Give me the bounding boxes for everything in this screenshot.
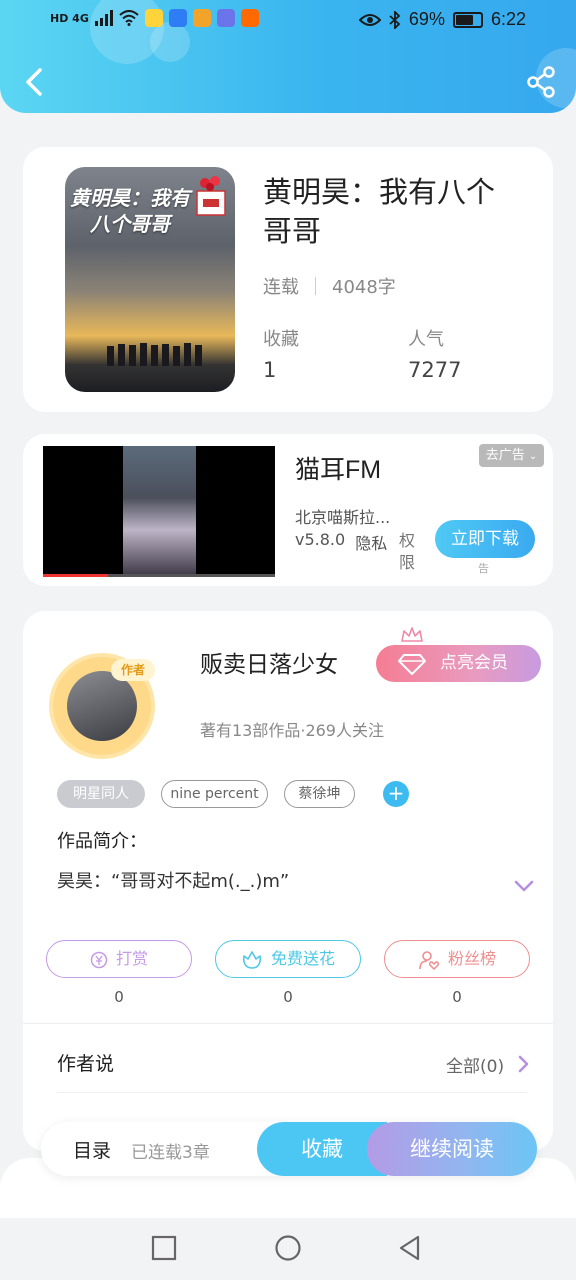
ad-info: v5.8.0 隐私 xyxy=(295,530,387,554)
coin-icon xyxy=(90,951,108,968)
ad-privacy-link[interactable]: 隐私 xyxy=(355,530,387,554)
tip-button[interactable]: 打赏 xyxy=(46,940,192,978)
chevron-right-icon[interactable] xyxy=(517,1055,529,1073)
author-say-all-link[interactable]: 全部(0) xyxy=(446,1052,504,1077)
ad-note: 告 xyxy=(478,562,489,575)
tag-item[interactable]: 明星同人 xyxy=(57,780,145,808)
tip-count: 0 xyxy=(114,988,124,1006)
recent-apps-icon[interactable] xyxy=(150,1234,178,1262)
bottom-action-bar: 目录 已连载3章 收藏 继续阅读 xyxy=(41,1122,537,1176)
book-info-card: 黄明昊：我有八个哥哥 黄明昊：我有八个哥哥 连载 4048字 收藏 1 人气 7… xyxy=(23,147,553,412)
tag-item[interactable]: 蔡徐坤 xyxy=(284,780,355,808)
remove-ad-button[interactable]: 去广告 ⌄ xyxy=(479,444,544,467)
battery-fill xyxy=(455,14,473,25)
popularity-value: 7277 xyxy=(408,358,462,382)
chevron-left-icon[interactable] xyxy=(18,64,50,100)
chevron-down-icon[interactable] xyxy=(513,879,535,893)
send-flower-button[interactable]: 免费送花 xyxy=(215,940,361,978)
collect-value: 1 xyxy=(263,358,277,382)
ad-version: v5.8.0 xyxy=(295,530,346,549)
battery-icon xyxy=(452,11,483,28)
chevron-down-icon: ⌄ xyxy=(528,451,538,462)
gift-icon xyxy=(196,176,226,216)
author-badge: 作者 xyxy=(111,659,155,681)
ad-progress-fill xyxy=(43,574,108,577)
ad-progress-bar xyxy=(43,574,275,577)
word-count: 4048字 xyxy=(332,277,396,298)
status-bar: HD 4G 69% 6:22 xyxy=(0,0,576,40)
author-card: 作者 贩卖日落少女 点亮会员 著有13部作品·269人关注 明星同人 nine … xyxy=(23,611,553,1151)
remove-ad-label: 去广告 xyxy=(485,448,525,463)
ad-company: 北京喵斯拉... xyxy=(295,508,391,527)
fan-ranking-button[interactable]: 粉丝榜 xyxy=(384,940,530,978)
ad-download-button[interactable]: 立即下载 xyxy=(435,520,535,558)
system-nav-bar xyxy=(0,1218,576,1280)
fan-ranking-label: 粉丝榜 xyxy=(447,949,496,968)
header: HD 4G 69% 6:22 xyxy=(0,0,576,113)
book-meta: 连载 4048字 xyxy=(263,273,396,299)
vip-label: 点亮会员 xyxy=(440,653,508,673)
continue-reading-button[interactable]: 继续阅读 xyxy=(367,1122,537,1176)
collect-label: 收藏 xyxy=(263,329,299,350)
clock: 6:22 xyxy=(490,9,526,29)
network-label: HD 4G xyxy=(50,11,89,25)
ad-permission-link[interactable]: 权限 xyxy=(399,530,419,574)
status-right: 69% 6:22 xyxy=(358,9,526,30)
author-avatar[interactable]: 作者 xyxy=(49,653,155,759)
ad-title: 猫耳FM xyxy=(295,456,382,484)
status-left: HD 4G xyxy=(50,9,259,27)
store-app-icon xyxy=(192,9,211,27)
share-icon[interactable] xyxy=(526,66,556,98)
battery-percent: 69% xyxy=(408,9,445,29)
author-stats: 著有13部作品·269人关注 xyxy=(200,721,384,740)
ad-video-frame xyxy=(123,446,196,575)
eye-icon xyxy=(358,13,381,26)
author-name[interactable]: 贩卖日落少女 xyxy=(200,645,338,679)
divider xyxy=(23,1023,553,1024)
user-heart-icon xyxy=(419,950,439,970)
book-status: 连载 xyxy=(263,277,299,298)
chapter-count: 已连载3章 xyxy=(131,1143,210,1163)
browser-app-icon xyxy=(168,9,187,27)
flower-icon xyxy=(242,950,262,969)
weibo-app-icon xyxy=(144,9,163,27)
flower-count: 0 xyxy=(283,988,293,1006)
back-icon[interactable] xyxy=(396,1234,424,1262)
crown-icon xyxy=(401,627,423,642)
home-icon[interactable] xyxy=(274,1234,302,1262)
book-cover[interactable]: 黄明昊：我有八个哥哥 xyxy=(65,167,235,392)
diamond-icon xyxy=(398,654,426,675)
meta-divider xyxy=(315,277,316,295)
silhouette-group xyxy=(107,343,202,366)
ad-card[interactable]: 猫耳FM 去广告 ⌄ 北京喵斯拉... v5.8.0 隐私 权限 立即下载 告 xyxy=(23,434,553,586)
toc-button[interactable]: 目录 xyxy=(73,1136,111,1163)
book-title: 黄明昊：我有八个哥哥 xyxy=(263,175,496,248)
divider xyxy=(57,1092,527,1093)
bluetooth-icon xyxy=(389,10,401,29)
author-say-title: 作者说 xyxy=(57,1053,115,1075)
signal-icon xyxy=(94,10,113,26)
taobao-app-icon xyxy=(240,9,259,27)
cover-title: 黄明昊：我有八个哥哥 xyxy=(70,186,190,236)
add-tag-button[interactable]: + xyxy=(383,781,409,807)
tip-label: 打赏 xyxy=(115,949,148,968)
vip-button[interactable]: 点亮会员 xyxy=(376,627,541,682)
music-app-icon xyxy=(216,9,235,27)
ad-video[interactable] xyxy=(43,446,275,577)
avatar xyxy=(67,671,137,741)
wifi-icon xyxy=(119,10,139,26)
send-flower-label: 免费送花 xyxy=(270,949,335,968)
popularity-label: 人气 xyxy=(408,329,444,350)
tag-item[interactable]: nine percent xyxy=(161,780,268,808)
intro-label: 作品简介： xyxy=(57,831,147,852)
fan-count: 0 xyxy=(452,988,462,1006)
intro-text: 昊昊：“哥哥对不起m(._.)m” xyxy=(57,871,290,892)
